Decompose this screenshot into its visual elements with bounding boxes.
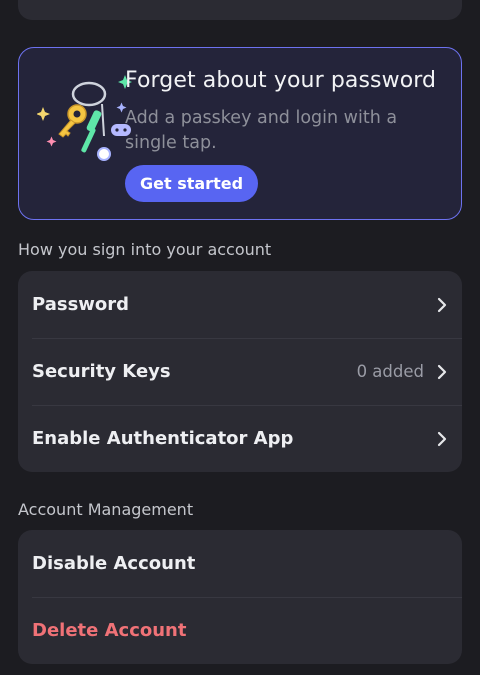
keychain-icon bbox=[37, 75, 132, 161]
authenticator-app-row[interactable]: Enable Authenticator App bbox=[18, 405, 462, 472]
security-keys-row[interactable]: Security Keys 0 added bbox=[18, 338, 462, 405]
password-row[interactable]: Password bbox=[18, 271, 462, 338]
password-label: Password bbox=[32, 294, 130, 315]
account-management-group: Disable Account Delete Account bbox=[18, 530, 462, 664]
chevron-right-icon bbox=[437, 364, 447, 379]
chevron-right-icon bbox=[437, 297, 447, 312]
security-keys-label: Security Keys bbox=[32, 361, 171, 382]
sign-in-options-group: Password Security Keys 0 added Enable Au… bbox=[18, 271, 462, 472]
disable-account-row[interactable]: Disable Account bbox=[18, 530, 462, 597]
chevron-right-icon bbox=[437, 431, 447, 446]
promo-subtitle: Add a passkey and login with a single ta… bbox=[125, 108, 398, 153]
security-keys-count: 0 added bbox=[356, 362, 424, 381]
account-management-section-title: Account Management bbox=[18, 500, 194, 519]
authenticator-app-label: Enable Authenticator App bbox=[32, 428, 294, 449]
disable-account-label: Disable Account bbox=[32, 553, 196, 574]
sign-in-section-title: How you sign into your account bbox=[18, 240, 272, 259]
delete-account-row[interactable]: Delete Account bbox=[18, 597, 462, 664]
promo-title: Forget about your password bbox=[125, 68, 437, 93]
previous-card bbox=[18, 0, 462, 20]
get-started-button[interactable]: Get started bbox=[125, 165, 259, 202]
passkey-promo-card: Forget about your password Add a passkey… bbox=[18, 47, 462, 220]
delete-account-label: Delete Account bbox=[32, 620, 187, 641]
